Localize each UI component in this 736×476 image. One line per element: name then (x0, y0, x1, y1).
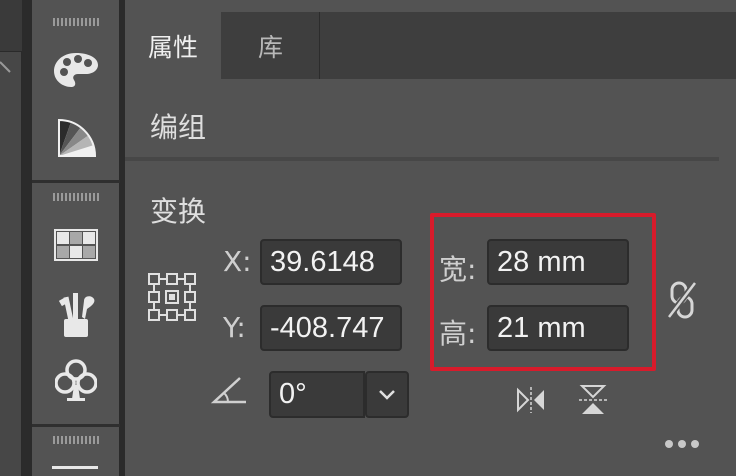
collapse-arrow-icon[interactable] (0, 58, 14, 88)
chevron-down-icon (379, 389, 395, 400)
next-tool-icon[interactable] (52, 466, 98, 469)
transform-section-title: 变换 (150, 195, 207, 228)
properties-panel: 属性 库 编组 变换 X: 39.6148 Y: -408.747 宽: 28 … (125, 0, 736, 476)
grip-handle[interactable] (50, 18, 102, 28)
x-position-field[interactable]: 39.6148 (260, 239, 402, 285)
flip-vertical-icon[interactable] (575, 382, 611, 418)
y-position-field[interactable]: -408.747 (260, 305, 402, 351)
rotation-angle-field[interactable]: 0° (269, 371, 365, 418)
flip-horizontal-icon[interactable] (513, 384, 549, 416)
grip-handle[interactable] (50, 436, 102, 446)
tool-strip (32, 0, 120, 476)
tab-bar: 属性 库 (125, 12, 736, 79)
strip-divider (32, 424, 120, 427)
tab-libraries[interactable]: 库 (222, 12, 320, 79)
symbols-club-icon[interactable] (48, 355, 104, 407)
color-guide-icon[interactable] (48, 112, 104, 164)
canvas-topbar (0, 0, 22, 52)
strip-divider (32, 180, 120, 183)
more-options-icon[interactable] (665, 440, 699, 448)
panel-gap (22, 0, 32, 476)
link-proportions-icon[interactable] (663, 278, 701, 322)
brushes-icon[interactable] (48, 288, 104, 340)
highlight-box (430, 213, 656, 371)
palette-icon[interactable] (48, 44, 104, 96)
canvas-edge (0, 0, 22, 476)
app-frame: 属性 库 编组 变换 X: 39.6148 Y: -408.747 宽: 28 … (0, 0, 736, 476)
reference-point-icon[interactable] (147, 272, 197, 322)
angle-dropdown-button[interactable] (365, 371, 409, 418)
angle-icon (209, 374, 249, 408)
section-divider (125, 157, 719, 161)
y-label: Y: (223, 311, 246, 344)
selection-type-label: 编组 (150, 111, 207, 144)
tab-properties[interactable]: 属性 (125, 12, 221, 79)
x-label: X: (223, 245, 252, 278)
swatches-grid-icon[interactable] (48, 219, 104, 271)
grip-handle[interactable] (50, 193, 102, 203)
